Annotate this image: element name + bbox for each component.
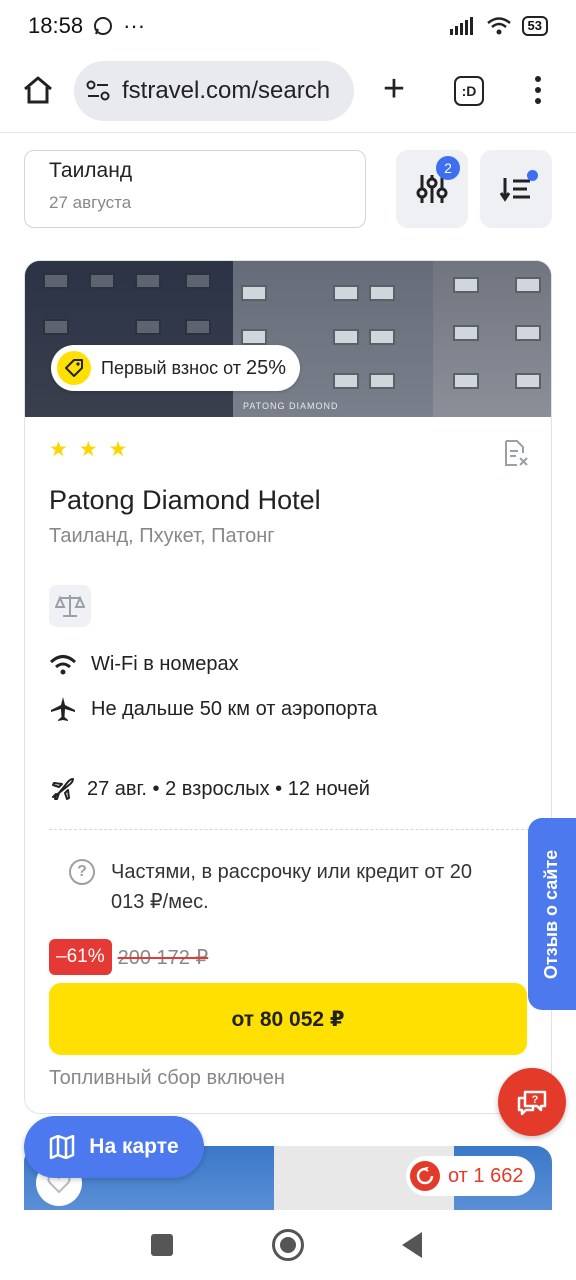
discount-badge: –61% [49,939,112,975]
feature-label: Wi-Fi в номерах [91,653,239,675]
back-button[interactable] [402,1232,422,1258]
price-chip-text: от 1 662 [448,1164,524,1187]
toolbar-divider [0,132,576,133]
map-button-label: На карте [89,1135,179,1158]
chat-button[interactable]: ? [498,1068,566,1136]
site-settings-icon [86,80,110,101]
map-button[interactable]: На карте [24,1116,204,1178]
compare-button[interactable] [49,585,91,627]
home-nav-button[interactable] [272,1229,304,1261]
sort-active-dot [527,170,538,181]
divider [49,829,529,830]
hotel-photo[interactable]: PATONG DIAMOND Первый взнос от 25% [25,261,551,417]
wifi-status-icon [486,17,511,35]
new-tab-button[interactable]: + [376,70,412,110]
hotel-name[interactable]: Patong Diamond Hotel [49,485,321,516]
feature-airport: Не дальше 50 км от аэропорта [49,695,377,723]
sort-button[interactable] [480,150,552,228]
home-button[interactable] [18,70,58,110]
sort-icon [500,178,530,202]
document-icon[interactable] [503,439,529,472]
star-icon: ★ [108,438,128,461]
scales-icon [55,595,85,617]
map-icon [50,1135,75,1159]
promo-chip: Первый взнос от 25% [51,345,300,391]
trip-info-text: 27 авг. • 2 взрослых • 12 ночей [87,777,370,800]
recent-apps-button[interactable] [151,1234,173,1256]
feedback-tab-label: Отзыв о сайте [541,849,562,979]
feature-label: Не дальше 50 км от аэропорта [91,697,378,720]
status-time: 18:58 [28,13,84,38]
hotel-location: Таиланд, Пхукет, Патонг [49,525,275,547]
status-bar: 18:58 ··· 53 [0,0,576,52]
star-rating: ★ ★ ★ [49,437,127,462]
filter-button[interactable]: 2 [396,150,468,228]
browser-toolbar: fstravel.com/search + :D [0,56,576,126]
discount-row: –61% 200 172 ₽ [49,939,208,975]
browser-menu-button[interactable] [528,72,548,108]
tab-switcher-button[interactable]: :D [454,76,484,106]
trip-info: 27 авг. • 2 взрослых • 12 ночей [49,775,370,803]
filter-count-badge: 2 [436,156,460,180]
battery-icon: 53 [521,16,548,36]
feature-wifi: Wi-Fi в номерах [49,653,239,676]
chat-icon: ? [517,1090,547,1116]
search-date: 27 августа [49,193,132,212]
installment-text: Частями, в рассрочку или кредит от 20 01… [111,861,472,913]
system-nav-bar [0,1210,576,1280]
signal-icon [449,17,473,35]
home-icon [24,76,52,104]
star-icon: ★ [78,438,98,461]
feedback-tab[interactable]: Отзыв о сайте [528,818,576,1010]
whatsapp-icon [94,17,113,35]
wifi-icon [49,654,77,674]
svg-text:?: ? [532,1094,539,1106]
price-chip: от 1 662 [406,1156,536,1196]
search-destination: Таиланд [49,159,133,182]
star-icon: ★ [49,438,68,461]
price-button[interactable]: от 80 052 ₽ [49,983,527,1055]
flight-icon [52,778,74,800]
hotel-card[interactable]: PATONG DIAMOND Первый взнос от 25% ★ ★ ★… [24,260,552,1114]
building-sign: PATONG DIAMOND [243,401,339,411]
search-summary[interactable]: Таиланд 27 августа [24,150,366,228]
refresh-icon [410,1161,440,1191]
old-price: 200 172 ₽ [117,946,209,969]
installment-info: ? Частями, в рассрочку или кредит от 20 … [69,857,499,917]
airplane-icon [51,697,75,721]
url-text: fstravel.com/search [122,77,331,104]
status-more: ··· [123,13,146,38]
question-icon[interactable]: ? [69,859,95,885]
promo-text: Первый взнос от 25% [101,356,286,379]
fuel-note: Топливный сбор включен [49,1067,285,1089]
address-bar[interactable]: fstravel.com/search [74,61,354,121]
tag-icon [57,351,91,385]
